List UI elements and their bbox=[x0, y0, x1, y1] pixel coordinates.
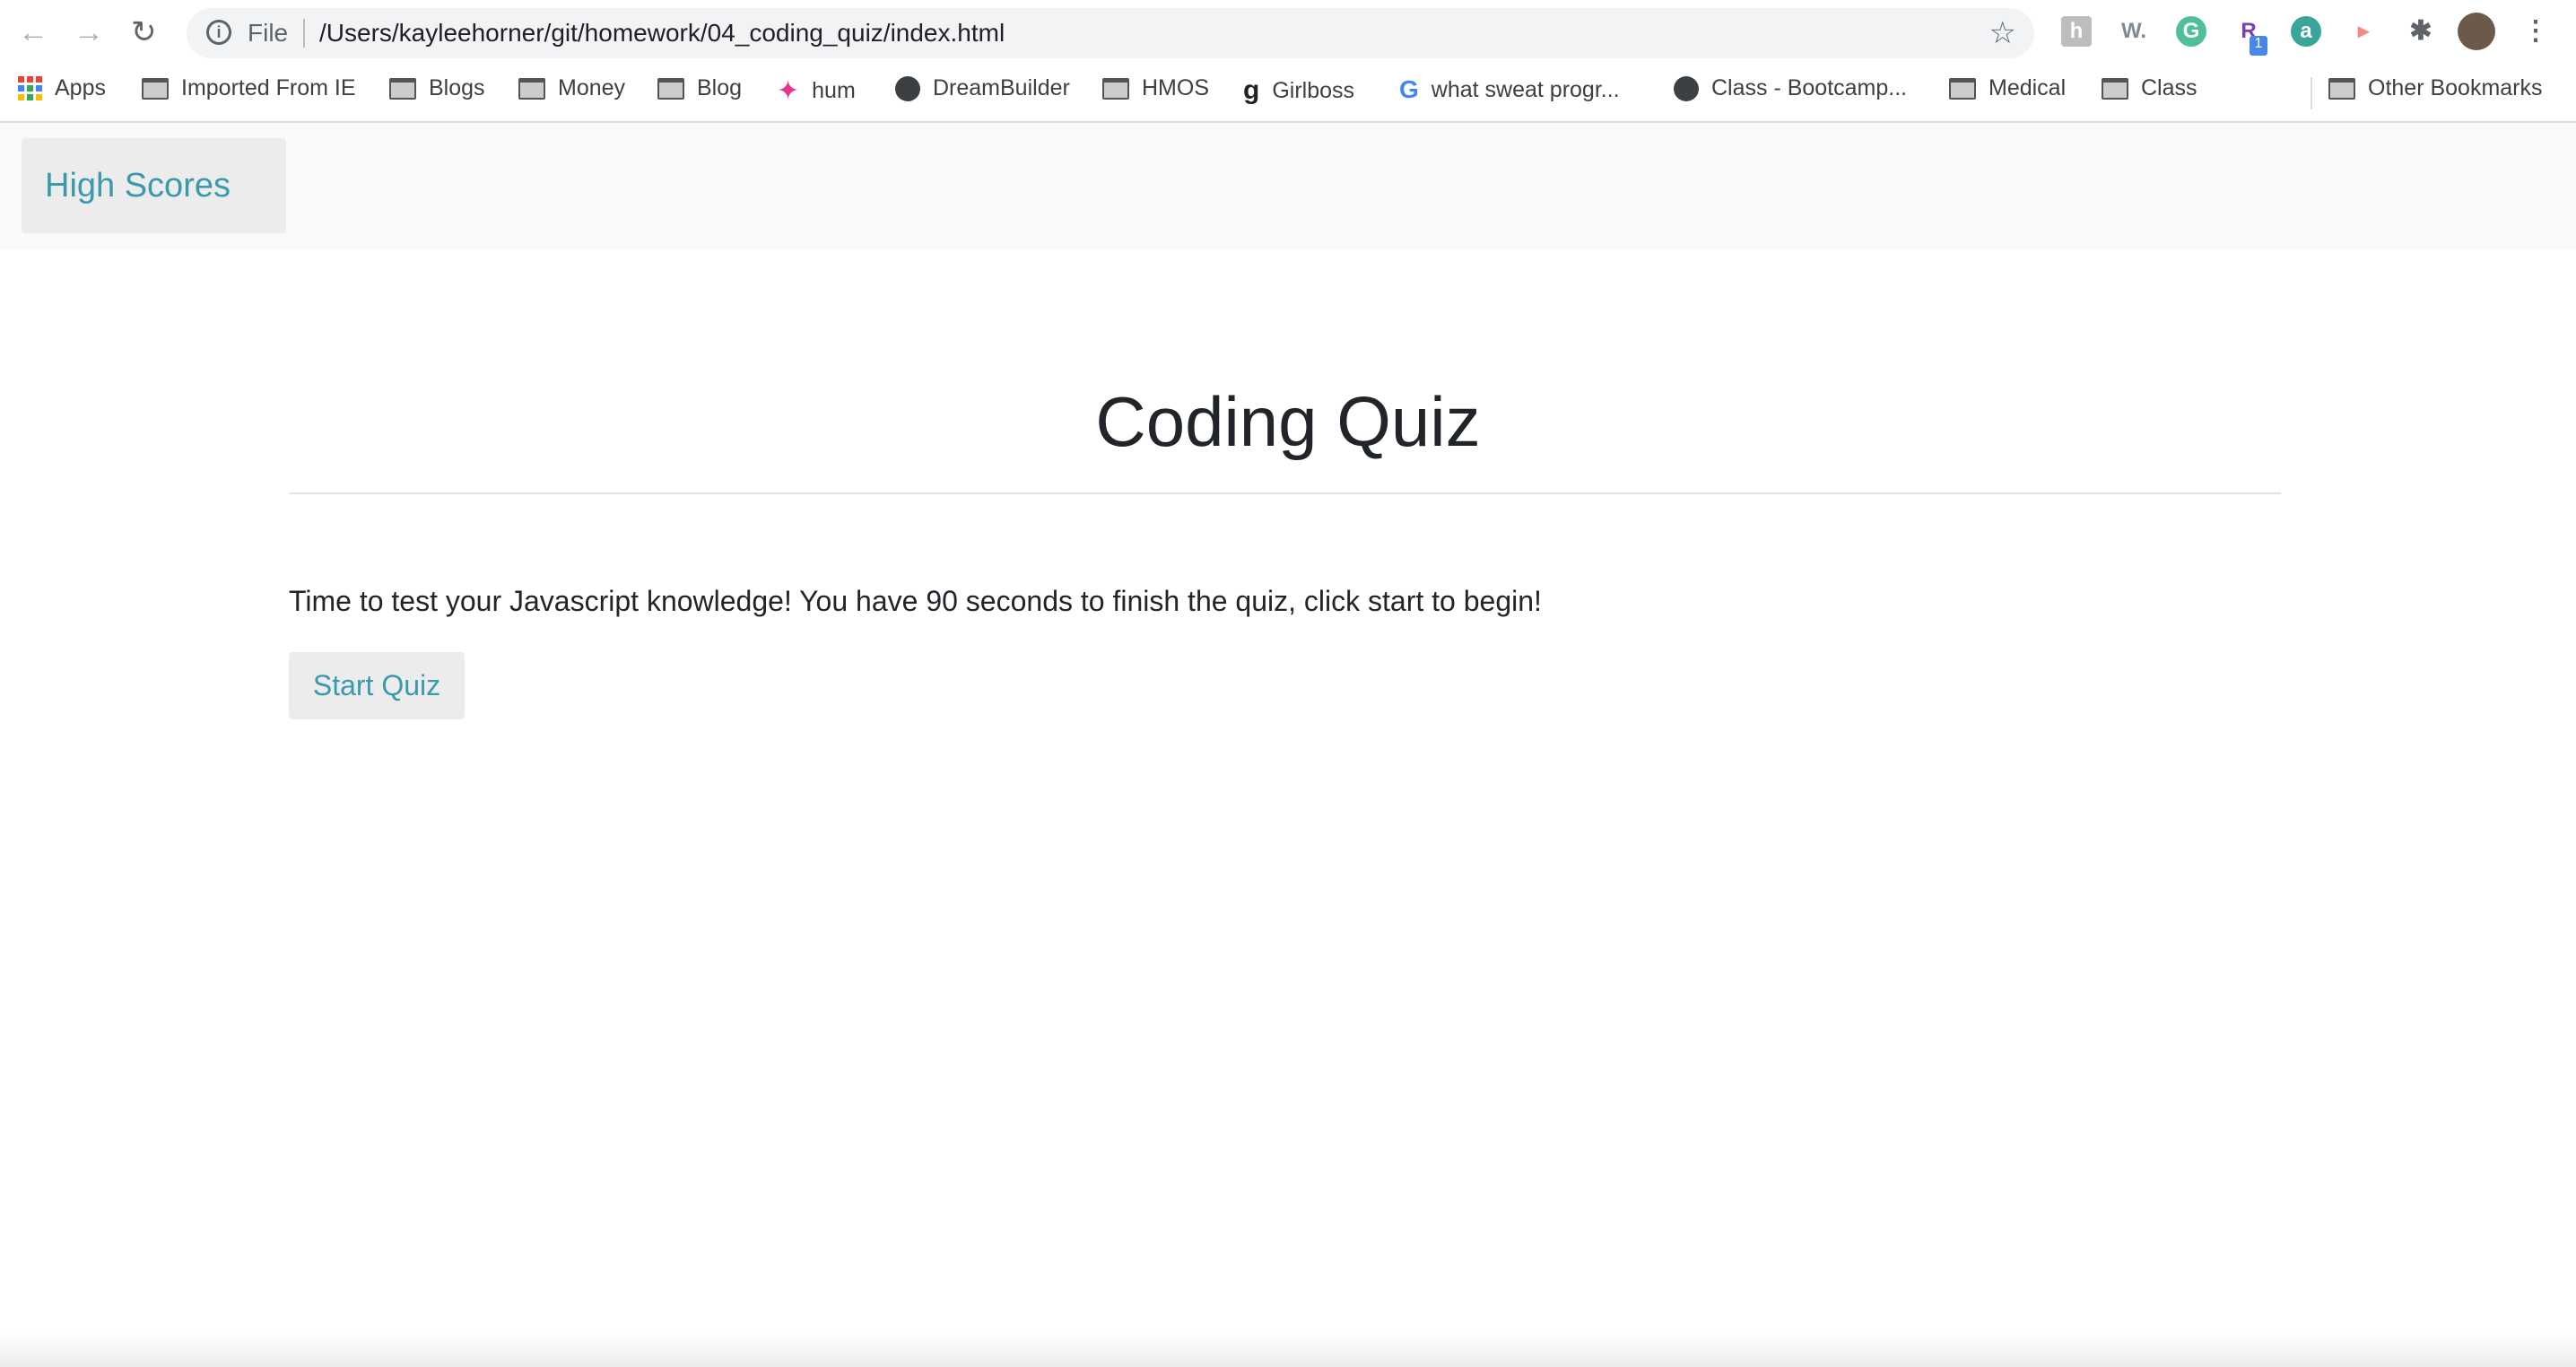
bookmark-label: Medical bbox=[1989, 75, 2067, 100]
bookmark-label: Blog bbox=[697, 75, 743, 100]
browser-toolbar: ← → ↻ i File /Users/kayleehorner/git/hom… bbox=[0, 0, 2576, 66]
bookmark-label: Money bbox=[558, 75, 626, 100]
bookmark-apps[interactable]: Apps bbox=[18, 75, 106, 101]
bookmarks-bar: Apps Imported From IE Blogs Money Blog ✦… bbox=[0, 66, 2576, 123]
bookmark-class-bootcamp[interactable]: Class - Bootcamp... bbox=[1674, 75, 1907, 101]
extension-h-icon[interactable]: h bbox=[2061, 16, 2092, 47]
apps-grid-icon bbox=[18, 76, 42, 100]
forward-icon[interactable]: → bbox=[74, 16, 104, 48]
bookmark-google[interactable]: Gwhat sweat progr... bbox=[1399, 75, 1620, 104]
girlboss-g-icon: g bbox=[1243, 75, 1260, 105]
bookmark-label: DreamBuilder bbox=[933, 75, 1070, 100]
bookmark-label: Imported From IE bbox=[181, 75, 356, 100]
bookmark-label: Girlboss bbox=[1272, 77, 1355, 103]
other-bookmarks[interactable]: Other Bookmarks bbox=[2328, 75, 2543, 101]
bookmark-dreambuilder[interactable]: DreamBuilder bbox=[895, 75, 1070, 101]
bookmark-label: HMOS bbox=[1142, 75, 1209, 100]
bookmark-label: Class - Bootcamp... bbox=[1711, 75, 1908, 100]
back-icon[interactable]: ← bbox=[18, 16, 48, 48]
intro-text: Time to test your Javascript knowledge! … bbox=[289, 585, 1542, 617]
folder-icon bbox=[657, 77, 684, 100]
extension-arrow-icon[interactable]: ▸ bbox=[2348, 16, 2379, 47]
globe-icon bbox=[895, 75, 920, 101]
window-bottom-shadow bbox=[0, 1331, 2576, 1367]
folder-icon bbox=[1102, 77, 1129, 100]
bookmark-folder[interactable]: Blog bbox=[657, 75, 742, 101]
globe-icon bbox=[1674, 75, 1699, 101]
folder-icon bbox=[518, 77, 545, 100]
folder-icon bbox=[142, 77, 169, 100]
info-icon[interactable]: i bbox=[206, 20, 231, 45]
bookmark-girlboss[interactable]: g Girlboss bbox=[1243, 75, 1354, 106]
bookmark-label: Other Bookmarks bbox=[2368, 75, 2543, 100]
google-g-icon: G bbox=[1399, 75, 1419, 103]
bookmark-folder[interactable]: HMOS bbox=[1102, 75, 1209, 101]
hum-bird-icon: ✦ bbox=[777, 76, 800, 106]
bookmark-folder[interactable]: Class bbox=[2102, 75, 2197, 101]
page-navbar: High Scores bbox=[0, 123, 2576, 249]
grammarly-icon[interactable]: G bbox=[2176, 16, 2206, 47]
url-text[interactable]: /Users/kayleehorner/git/homework/04_codi… bbox=[319, 19, 1005, 48]
page-title: Coding Quiz bbox=[1095, 382, 1481, 461]
extensions-puzzle-icon[interactable]: ✱ bbox=[2406, 16, 2436, 47]
divider bbox=[303, 19, 305, 48]
bookmark-folder[interactable]: Medical bbox=[1949, 75, 2066, 101]
bookmark-folder[interactable]: Money bbox=[518, 75, 625, 101]
reload-icon[interactable]: ↻ bbox=[131, 16, 157, 48]
folder-icon bbox=[2328, 77, 2355, 100]
high-scores-button[interactable]: High Scores bbox=[22, 138, 286, 233]
bookmark-folder[interactable]: Imported From IE bbox=[142, 75, 356, 101]
bookmark-hum[interactable]: ✦ hum bbox=[777, 75, 856, 107]
extension-a-icon[interactable]: a bbox=[2291, 16, 2321, 47]
folder-icon bbox=[1949, 77, 1976, 100]
profile-avatar[interactable] bbox=[2458, 13, 2495, 50]
title-divider bbox=[289, 492, 2281, 494]
folder-icon bbox=[389, 77, 416, 100]
bookmark-label: hum bbox=[812, 78, 856, 103]
extension-badge: 1 bbox=[2250, 36, 2267, 56]
bookmarks-divider bbox=[2311, 77, 2312, 109]
start-quiz-button[interactable]: Start Quiz bbox=[289, 652, 465, 719]
bookmark-label: Blogs bbox=[429, 75, 485, 100]
bookmark-label: Apps bbox=[55, 75, 106, 100]
address-bar[interactable]: i File /Users/kayleehorner/git/homework/… bbox=[187, 8, 2034, 58]
bookmark-folder[interactable]: Blogs bbox=[389, 75, 485, 101]
folder-icon bbox=[2102, 77, 2128, 100]
menu-kebab-icon[interactable]: ⋮ bbox=[2520, 16, 2551, 47]
scheme-label: File bbox=[248, 19, 289, 47]
bookmark-label: Class bbox=[2141, 75, 2197, 100]
bookmark-label: what sweat progr... bbox=[1431, 76, 1620, 102]
bookmark-star-icon[interactable]: ☆ bbox=[1989, 15, 2016, 51]
extension-w-icon[interactable]: W. bbox=[2119, 16, 2149, 47]
